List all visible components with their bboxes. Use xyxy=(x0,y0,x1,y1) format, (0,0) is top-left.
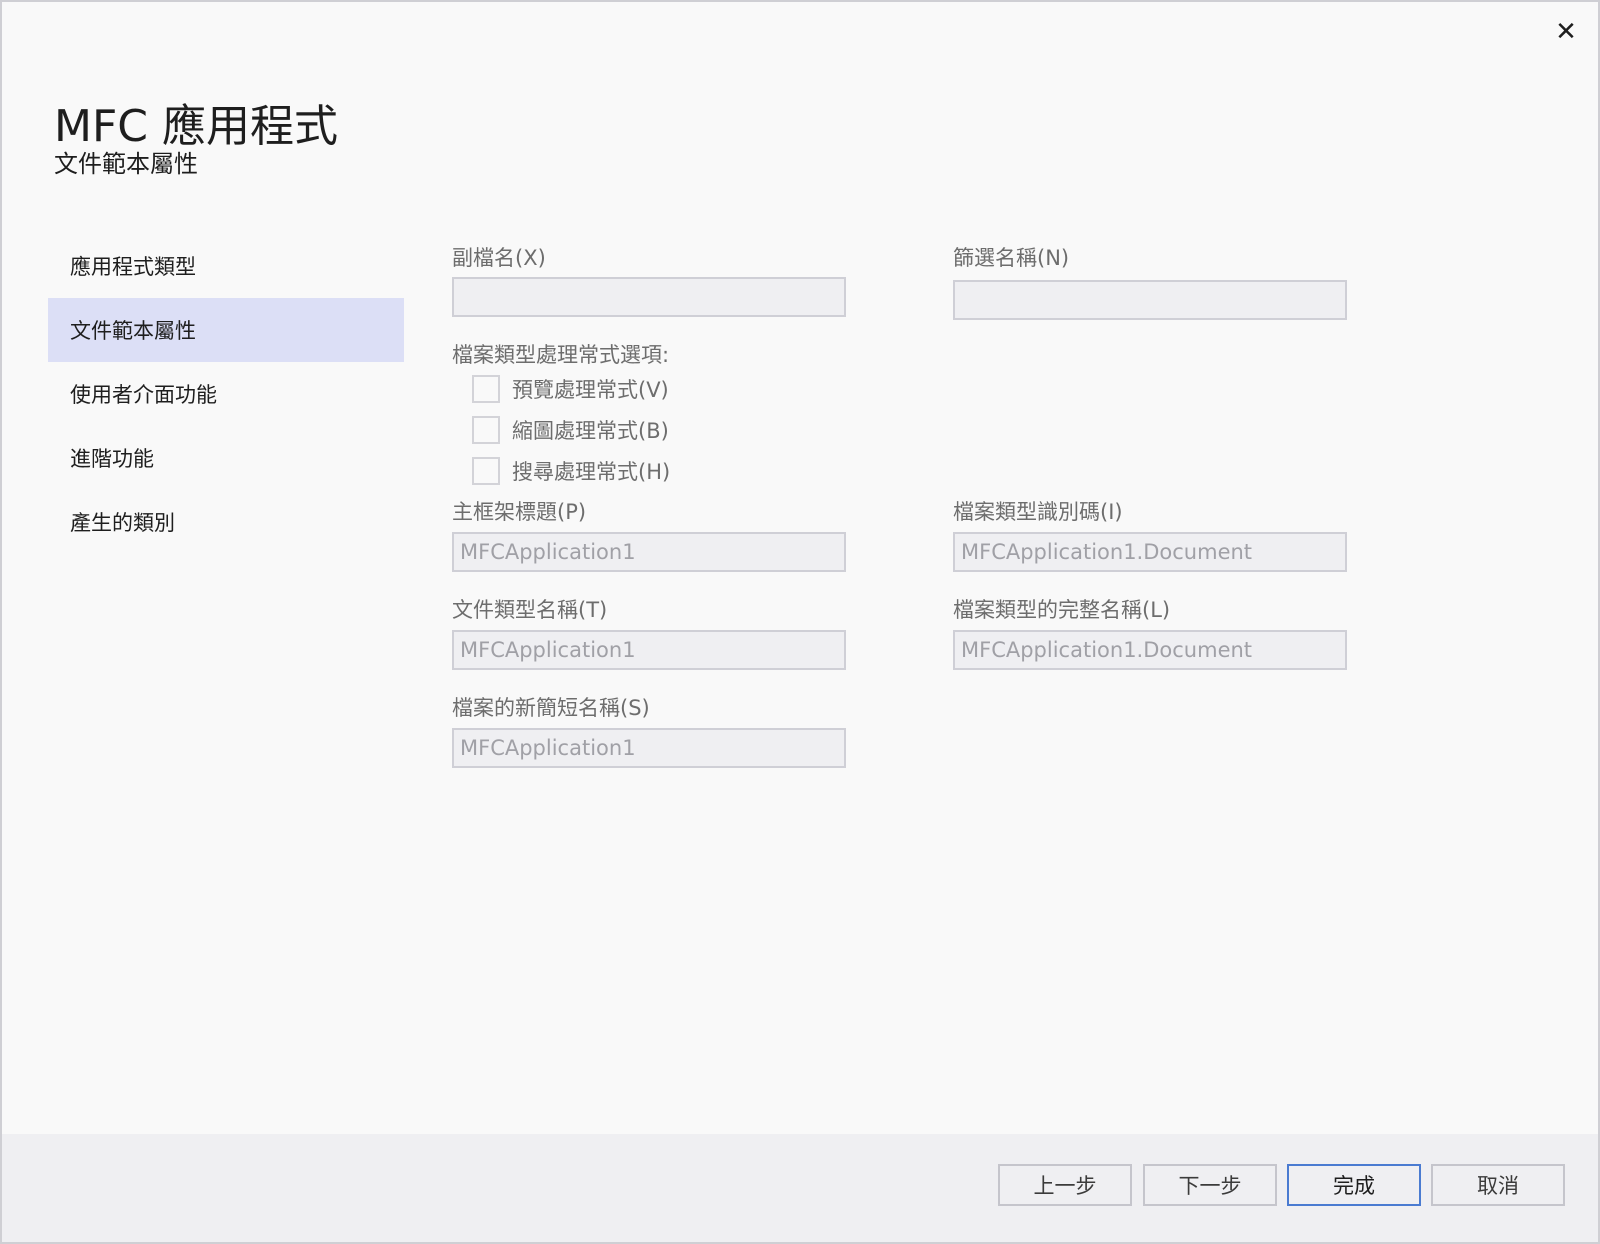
back-button[interactable]: 上一步 xyxy=(998,1164,1132,1206)
search-handler-checkbox[interactable] xyxy=(472,457,500,485)
dialog-footer: 上一步 下一步 完成 取消 xyxy=(2,1134,1598,1242)
close-button[interactable]: ✕ xyxy=(1552,17,1580,47)
extension-label: 副檔名(X) xyxy=(452,246,546,270)
preview-handler-label: 預覽處理常式(V) xyxy=(512,378,669,402)
sidebar-item-advanced-features[interactable]: 進階功能 xyxy=(48,426,404,490)
sidebar-item-generated-classes[interactable]: 產生的類別 xyxy=(48,490,404,554)
finish-button[interactable]: 完成 xyxy=(1287,1164,1421,1206)
preview-handler-option: 預覽處理常式(V) xyxy=(472,374,669,404)
filter-name-field[interactable] xyxy=(953,280,1347,320)
file-type-full-name-label: 檔案類型的完整名稱(L) xyxy=(953,598,1171,622)
sidebar-item-label: 進階功能 xyxy=(70,447,154,471)
main-frame-caption-field[interactable]: MFCApplication1 xyxy=(452,532,846,572)
file-type-id-field[interactable]: MFCApplication1.Document xyxy=(953,532,1347,572)
main-frame-caption-label: 主框架標題(P) xyxy=(452,500,587,524)
next-button[interactable]: 下一步 xyxy=(1143,1164,1277,1206)
search-handler-option: 搜尋處理常式(H) xyxy=(472,456,670,486)
sidebar-item-user-interface-features[interactable]: 使用者介面功能 xyxy=(48,362,404,426)
file-type-full-name-field[interactable]: MFCApplication1.Document xyxy=(953,630,1347,670)
filter-name-label: 篩選名稱(N) xyxy=(953,246,1070,270)
sidebar-nav: 應用程式類型 文件範本屬性 使用者介面功能 進階功能 產生的類別 xyxy=(48,234,404,554)
sidebar-item-label: 使用者介面功能 xyxy=(70,383,217,407)
preview-handler-checkbox[interactable] xyxy=(472,375,500,403)
close-icon: ✕ xyxy=(1555,17,1577,47)
sidebar-item-document-template-properties[interactable]: 文件範本屬性 xyxy=(48,298,404,362)
sidebar-item-label: 文件範本屬性 xyxy=(70,319,196,343)
dialog-window: ✕ MFC 應用程式 文件範本屬性 應用程式類型 文件範本屬性 使用者介面功能 … xyxy=(0,0,1600,1244)
handler-options-label: 檔案類型處理常式選項: xyxy=(452,343,670,367)
file-new-short-name-label: 檔案的新簡短名稱(S) xyxy=(452,696,650,720)
file-new-short-name-field[interactable]: MFCApplication1 xyxy=(452,728,846,768)
doc-type-name-field[interactable]: MFCApplication1 xyxy=(452,630,846,670)
cancel-button[interactable]: 取消 xyxy=(1431,1164,1565,1206)
sidebar-item-label: 產生的類別 xyxy=(70,511,175,535)
page-subtitle: 文件範本屬性 xyxy=(54,150,198,178)
search-handler-label: 搜尋處理常式(H) xyxy=(512,460,671,484)
file-type-id-label: 檔案類型識別碼(I) xyxy=(953,500,1123,524)
sidebar-item-application-type[interactable]: 應用程式類型 xyxy=(48,234,404,298)
thumbnail-handler-checkbox[interactable] xyxy=(472,416,500,444)
sidebar-item-label: 應用程式類型 xyxy=(70,255,196,279)
thumbnail-handler-label: 縮圖處理常式(B) xyxy=(512,419,669,443)
doc-type-name-label: 文件類型名稱(T) xyxy=(452,598,608,622)
extension-field[interactable] xyxy=(452,277,846,317)
thumbnail-handler-option: 縮圖處理常式(B) xyxy=(472,415,669,445)
